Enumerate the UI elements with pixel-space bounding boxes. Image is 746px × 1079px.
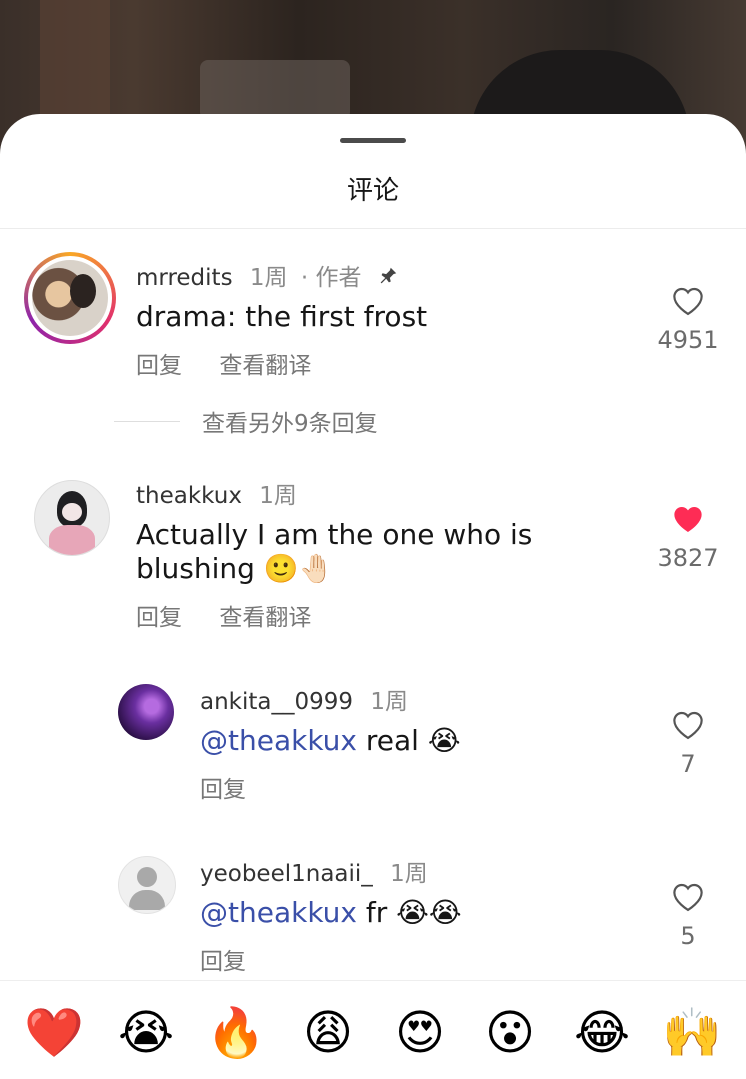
heart-outline-icon — [673, 883, 703, 912]
reply-button[interactable]: 回复 — [200, 949, 246, 975]
translate-button[interactable]: 查看翻译 — [219, 353, 311, 379]
sheet-title: 评论 — [346, 176, 399, 206]
reply-time: 1周 — [370, 689, 408, 715]
heart-outline-icon — [673, 287, 703, 316]
like-button[interactable]: 4951 — [648, 286, 728, 354]
reply-time: 1周 — [390, 861, 428, 887]
comment-username[interactable]: theakkux 1周 — [136, 476, 297, 510]
comment-text-line: blushing 🙂🤚🏻 — [136, 552, 334, 585]
comment-text: Actually I am the one who is blushing 🙂🤚… — [136, 518, 532, 586]
comment-text-line: Actually I am the one who is — [136, 518, 533, 551]
reply-actions: 回复 — [200, 770, 276, 804]
surprised-face-emoji-button[interactable]: 😮 — [480, 1003, 540, 1063]
avatar[interactable] — [118, 684, 174, 740]
fire-emoji-button[interactable]: 🔥 — [206, 1003, 266, 1063]
tears-of-joy-emoji-button[interactable]: 😂 — [572, 1003, 632, 1063]
reply-button[interactable]: 回复 — [136, 605, 182, 631]
comment-time: 1周 — [249, 265, 288, 291]
raising-hands-emoji-button[interactable]: 🙌 — [662, 1003, 722, 1063]
reply-actions: 回复 — [200, 942, 276, 976]
drag-handle[interactable] — [340, 138, 406, 143]
heart-eyes-emoji-button[interactable]: 😍 — [390, 1003, 450, 1063]
red-heart-emoji-button[interactable]: ❤️ — [24, 1003, 84, 1063]
like-button[interactable]: 5 — [648, 882, 728, 950]
avatar[interactable] — [34, 480, 110, 556]
reply-username[interactable]: yeobeel1naaii_ 1周 — [200, 854, 428, 888]
comment-actions: 回复 查看翻译 — [136, 346, 341, 380]
reply-text: @theakkux fr 😭😭 — [200, 896, 462, 930]
heart-filled-icon — [674, 507, 702, 532]
divider — [0, 228, 746, 229]
comments-sheet: 评论 mrredits 1周 · 作者 drama: the first fro… — [0, 114, 746, 1078]
reply-username[interactable]: ankita__0999 1周 — [200, 682, 408, 716]
like-count: 7 — [680, 750, 696, 778]
like-count: 5 — [680, 922, 696, 950]
avatar[interactable] — [118, 856, 176, 914]
username-text[interactable]: theakkux — [136, 483, 242, 509]
reply-button[interactable]: 回复 — [136, 353, 182, 379]
like-button[interactable]: 3827 — [648, 504, 728, 572]
username-text[interactable]: ankita__0999 — [200, 689, 353, 715]
mention-link[interactable]: @theakkux — [200, 724, 357, 757]
heart-outline-icon — [673, 711, 703, 740]
author-tag: · 作者 — [300, 265, 362, 291]
like-button[interactable]: 7 — [648, 710, 728, 778]
view-more-replies-label[interactable]: 查看另外9条回复 — [202, 411, 378, 437]
weary-face-emoji-button[interactable]: 😩 — [298, 1003, 358, 1063]
like-count: 4951 — [657, 326, 719, 354]
avatar[interactable] — [24, 252, 116, 344]
username-text[interactable]: mrredits — [136, 265, 233, 291]
view-more-replies[interactable]: 查看另外9条回复 — [114, 404, 378, 438]
emoji-reaction-bar: ❤️ 😭 🔥 😩 😍 😮 😂 🙌 — [0, 980, 746, 1079]
username-text[interactable]: yeobeel1naaii_ — [200, 861, 373, 887]
crying-face-emoji-button[interactable]: 😭 — [116, 1003, 176, 1063]
reply-text-body: fr 😭😭 — [357, 896, 462, 929]
like-count: 3827 — [657, 544, 719, 572]
mention-link[interactable]: @theakkux — [200, 896, 357, 929]
comment-time: 1周 — [259, 483, 297, 509]
reply-button[interactable]: 回复 — [200, 777, 246, 803]
comment-username[interactable]: mrredits 1周 · 作者 — [136, 258, 399, 293]
reply-text-body: real 😭 — [357, 724, 461, 757]
pin-icon — [377, 265, 399, 293]
divider-line — [114, 420, 180, 422]
video-shape — [200, 60, 350, 120]
translate-button[interactable]: 查看翻译 — [219, 605, 311, 631]
reply-text: @theakkux real 😭 — [200, 724, 461, 758]
comment-text: drama: the first frost — [136, 300, 428, 333]
comment-actions: 回复 查看翻译 — [136, 598, 341, 632]
